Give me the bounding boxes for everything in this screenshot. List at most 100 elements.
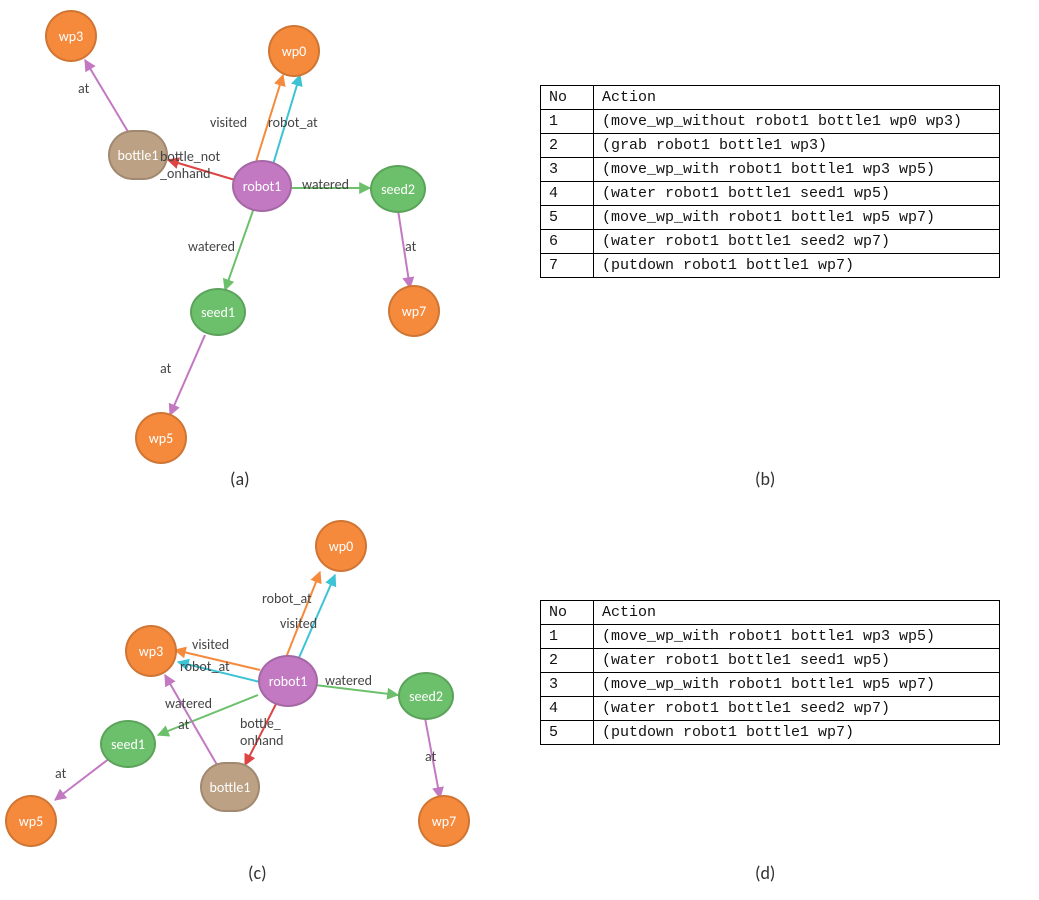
cell-no: 2 (541, 134, 594, 158)
node-seed1: seed1 (100, 720, 156, 768)
node-label: robot1 (243, 178, 282, 195)
cell-no: 1 (541, 625, 594, 649)
plan-table-b: No Action 1(move_wp_without robot1 bottl… (540, 85, 1000, 278)
cell-no: 4 (541, 182, 594, 206)
edge-label-robot-at: robot_at (268, 114, 318, 131)
cell-no: 2 (541, 649, 594, 673)
col-no: No (541, 86, 594, 110)
table-row: 3(move_wp_with robot1 bottle1 wp5 wp7) (541, 673, 1000, 697)
table-row: 5(move_wp_with robot1 bottle1 wp5 wp7) (541, 206, 1000, 230)
node-wp7: wp7 (388, 285, 440, 337)
node-robot1: robot1 (258, 655, 318, 707)
edge-label-robot-at-wp0: robot_at (262, 590, 312, 607)
cell-no: 3 (541, 673, 594, 697)
graph-a-edges (0, 0, 500, 500)
cell-action: (water robot1 bottle1 seed2 wp7) (594, 230, 1000, 254)
cell-action: (water robot1 bottle1 seed2 wp7) (594, 697, 1000, 721)
edge-label-watered-seed2: watered (302, 176, 349, 193)
node-label: robot1 (269, 673, 308, 690)
node-wp3: wp3 (125, 625, 177, 677)
cell-no: 3 (541, 158, 594, 182)
cell-action: (grab robot1 bottle1 wp3) (594, 134, 1000, 158)
table-row: 1(move_wp_with robot1 bottle1 wp3 wp5) (541, 625, 1000, 649)
node-robot1: robot1 (232, 160, 292, 212)
node-label: seed1 (111, 736, 145, 753)
node-label: seed2 (409, 688, 443, 705)
node-label: wp3 (139, 643, 163, 660)
node-bottle1: bottle1 (108, 130, 168, 180)
caption-c: (c) (248, 862, 267, 884)
node-wp7: wp7 (418, 795, 470, 847)
node-seed2: seed2 (398, 672, 454, 720)
cell-no: 5 (541, 721, 594, 745)
node-label: seed1 (201, 304, 235, 321)
node-label: wp0 (282, 43, 306, 60)
edge-label-at-wp5: at (160, 360, 171, 377)
edge-label-visited-wp0: visited (280, 615, 317, 632)
table-row: 5(putdown robot1 bottle1 wp7) (541, 721, 1000, 745)
edge-label-watered-seed2: watered (325, 672, 372, 689)
table-row: 3(move_wp_with robot1 bottle1 wp3 wp5) (541, 158, 1000, 182)
cell-action: (putdown robot1 bottle1 wp7) (594, 721, 1000, 745)
cell-action: (move_wp_without robot1 bottle1 wp0 wp3) (594, 110, 1000, 134)
cell-action: (move_wp_with robot1 bottle1 wp3 wp5) (594, 158, 1000, 182)
cell-no: 4 (541, 697, 594, 721)
table-row: 6(water robot1 bottle1 seed2 wp7) (541, 230, 1000, 254)
node-seed2: seed2 (370, 165, 426, 213)
edge-label-watered-seed1: watered (188, 238, 235, 255)
node-label: bottle1 (210, 779, 251, 796)
node-bottle1: bottle1 (200, 762, 260, 812)
edge-label-bottle-not-onhand: bottle_not _onhand (160, 148, 220, 182)
node-label: wp0 (329, 538, 353, 555)
edge-label-robot-at-wp3: robot_at (180, 658, 230, 675)
node-label: bottle1 (118, 147, 159, 164)
cell-action: (water robot1 bottle1 seed1 wp5) (594, 182, 1000, 206)
col-no: No (541, 601, 594, 625)
plan-table-d: No Action 1(move_wp_with robot1 bottle1 … (540, 600, 1000, 745)
table-row: 2(grab robot1 bottle1 wp3) (541, 134, 1000, 158)
table-row: 4(water robot1 bottle1 seed2 wp7) (541, 697, 1000, 721)
node-seed1: seed1 (190, 288, 246, 336)
figure-grid: wp3 wp0 bottle1 robot1 seed2 seed1 wp7 w… (0, 0, 1039, 894)
node-label: wp3 (59, 28, 83, 45)
edge-label-visited: visited (210, 114, 247, 131)
cell-action: (move_wp_with robot1 bottle1 wp3 wp5) (594, 625, 1000, 649)
node-wp0: wp0 (315, 520, 367, 572)
node-wp5: wp5 (5, 795, 57, 847)
node-label: wp7 (402, 303, 426, 320)
cell-action: (water robot1 bottle1 seed1 wp5) (594, 649, 1000, 673)
caption-a: (a) (230, 468, 250, 490)
edge-label-watered-seed1: watered (165, 695, 212, 712)
cell-action: (move_wp_with robot1 bottle1 wp5 wp7) (594, 673, 1000, 697)
node-wp0: wp0 (268, 25, 320, 77)
table-header-row: No Action (541, 601, 1000, 625)
cell-no: 6 (541, 230, 594, 254)
edge-label-visited-wp3: visited (192, 636, 229, 653)
caption-b: (b) (755, 468, 775, 490)
cell-no: 1 (541, 110, 594, 134)
table-header-row: No Action (541, 86, 1000, 110)
col-action: Action (594, 86, 1000, 110)
edge-label-bottle-onhand: bottle_ onhand (240, 715, 284, 749)
node-label: seed2 (381, 181, 415, 198)
cell-action: (putdown robot1 bottle1 wp7) (594, 254, 1000, 278)
edge-label-at-wp7: at (425, 748, 436, 765)
node-label: wp7 (432, 813, 456, 830)
col-action: Action (594, 601, 1000, 625)
edge-label-at: at (78, 80, 89, 97)
table-row: 7(putdown robot1 bottle1 wp7) (541, 254, 1000, 278)
caption-d: (d) (755, 862, 775, 884)
table-row: 4(water robot1 bottle1 seed1 wp5) (541, 182, 1000, 206)
cell-no: 5 (541, 206, 594, 230)
edge-label-at-wp5: at (55, 765, 66, 782)
cell-action: (move_wp_with robot1 bottle1 wp5 wp7) (594, 206, 1000, 230)
edge-label-at-seed1: at (178, 716, 189, 733)
edge-label-at-wp7: at (405, 238, 416, 255)
node-wp5: wp5 (135, 412, 187, 464)
cell-no: 7 (541, 254, 594, 278)
node-label: wp5 (19, 813, 43, 830)
table-row: 1(move_wp_without robot1 bottle1 wp0 wp3… (541, 110, 1000, 134)
node-wp3: wp3 (45, 10, 97, 62)
node-label: wp5 (149, 430, 173, 447)
table-row: 2(water robot1 bottle1 seed1 wp5) (541, 649, 1000, 673)
